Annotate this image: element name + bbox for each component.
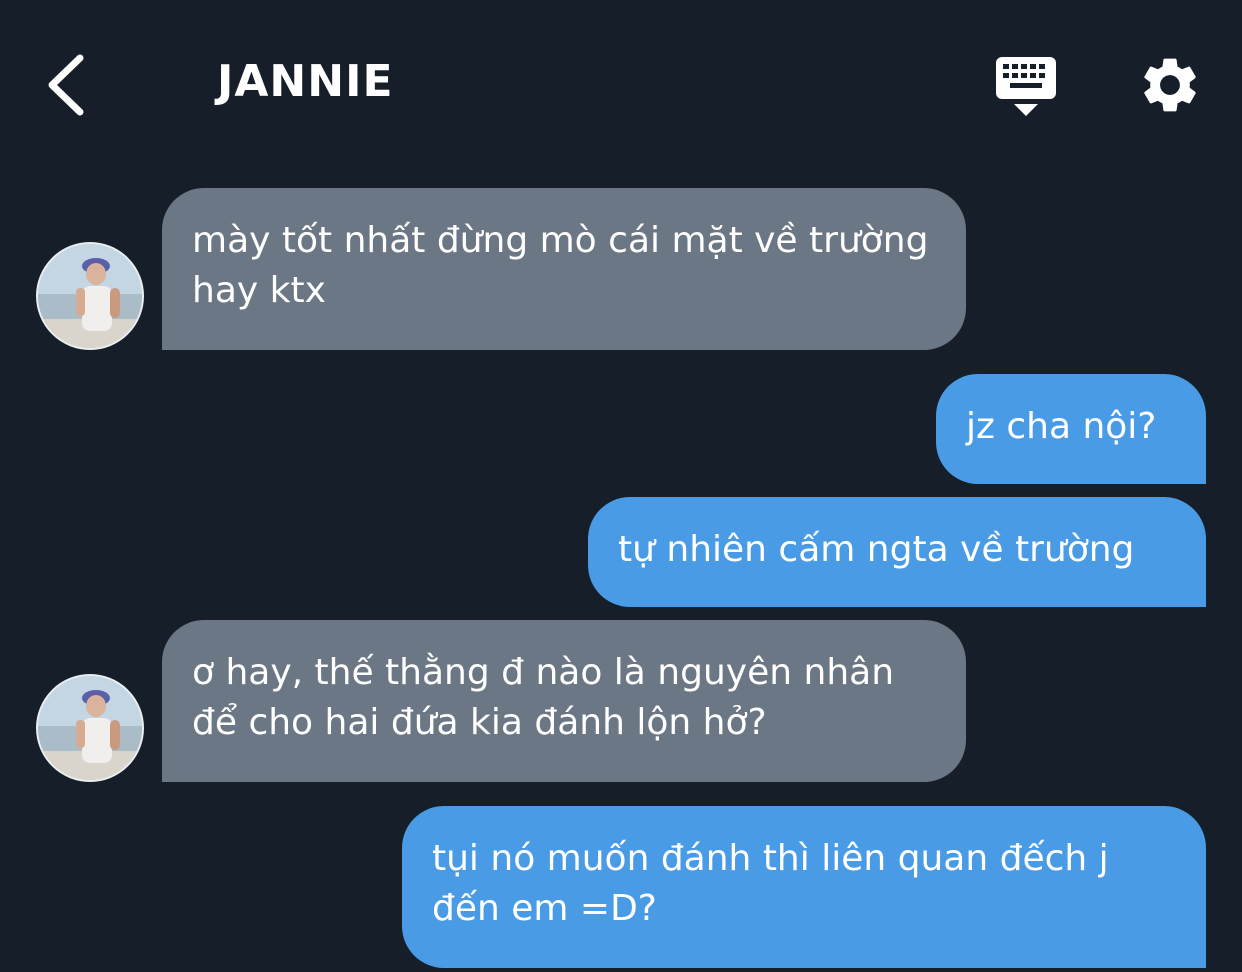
back-button[interactable] (38, 50, 98, 120)
message-bubble-incoming[interactable]: ơ hay, thế thằng đ nào là nguyên nhân để… (162, 620, 966, 782)
keyboard-hide-icon (996, 57, 1056, 116)
message-bubble-outgoing[interactable]: tự nhiên cấm ngta về trường (588, 497, 1206, 607)
message-text: mày tốt nhất đừng mò cái mặt về trường h… (192, 220, 929, 311)
message-text: ơ hay, thế thằng đ nào là nguyên nhân để… (192, 652, 895, 743)
avatar-photo (38, 244, 142, 348)
keyboard-toggle-button[interactable] (992, 54, 1060, 120)
message-bubble-incoming[interactable]: mày tốt nhất đừng mò cái mặt về trường h… (162, 188, 966, 350)
settings-button[interactable] (1137, 52, 1203, 118)
avatar-photo (38, 676, 142, 780)
message-text: jz cha nội? (966, 406, 1157, 447)
message-bubble-outgoing[interactable]: jz cha nội? (936, 374, 1206, 484)
contact-avatar[interactable] (36, 674, 144, 782)
gear-icon (1144, 58, 1196, 112)
chat-screen: JANNIE mày tốt nhất đừng mò cái mặt về t… (0, 0, 1242, 972)
chevron-left-icon (48, 54, 84, 116)
message-bubble-outgoing[interactable]: tụi nó muốn đánh thì liên quan đếch j đế… (402, 806, 1206, 968)
contact-avatar[interactable] (36, 242, 144, 350)
message-text: tự nhiên cấm ngta về trường (618, 529, 1135, 570)
message-text: tụi nó muốn đánh thì liên quan đếch j đế… (432, 838, 1109, 929)
contact-name: JANNIE (217, 56, 394, 107)
